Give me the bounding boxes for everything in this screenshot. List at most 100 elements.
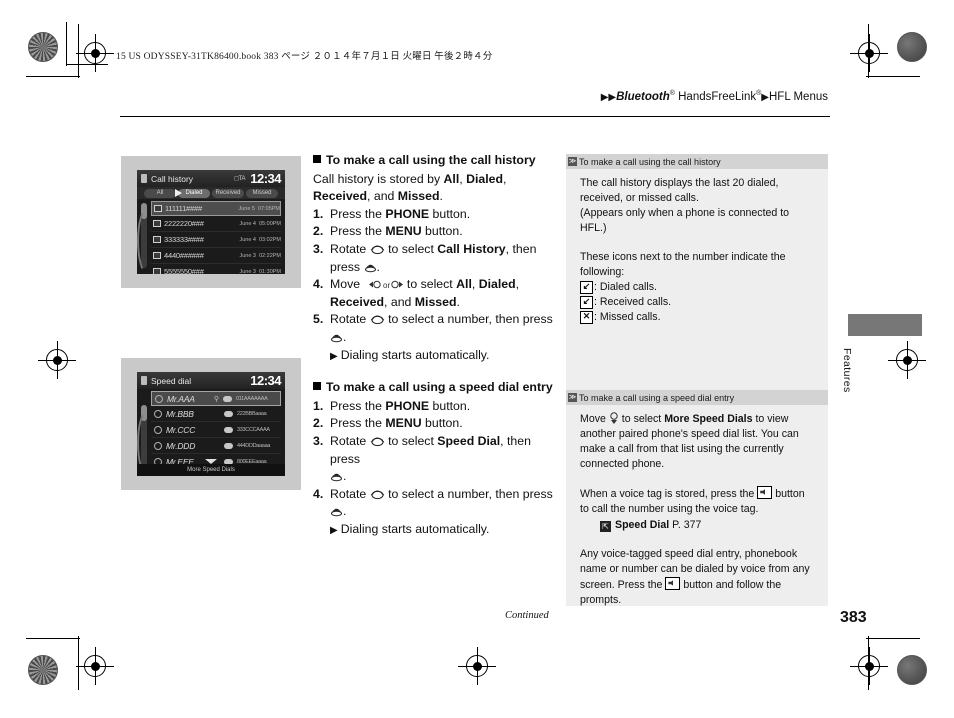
step-bold-phone: PHONE — [385, 398, 430, 413]
tab-missed[interactable]: Missed — [246, 188, 278, 198]
tab-cursor-icon — [175, 189, 182, 197]
phone-type-icon — [224, 442, 233, 449]
clock-display: 12:34 — [250, 171, 281, 186]
list-item[interactable]: Mr.BBB 222BBBaaaa — [151, 406, 281, 422]
step-number: 1. — [313, 206, 324, 221]
speed-dial-name: Mr.BBB — [166, 408, 194, 419]
step-bold-all: All — [456, 277, 472, 292]
dialed-call-icon — [153, 252, 161, 259]
lead-sep: , — [503, 171, 507, 186]
sidebar-paragraph-5: When a voice tag is stored, press the bu… — [580, 486, 816, 517]
step-text: . — [343, 469, 347, 484]
missed-call-icon: ✕ — [580, 311, 593, 324]
step-number: 2. — [313, 224, 324, 239]
call-history-title: Call history — [151, 173, 194, 184]
cross-reference[interactable]: ⇱ Speed Dial P. 377 — [580, 518, 816, 533]
speed-dial-name: Mr.DDD — [166, 440, 196, 451]
list-item[interactable]: Mr.DDD 444DDDaaaaa — [151, 438, 281, 454]
table-row[interactable]: 2222220### June 4 05:00PM — [151, 216, 281, 232]
dialed-call-icon — [154, 205, 162, 212]
call-history-list[interactable]: 111111#### June 5 07:05PM 2222220### Jun… — [151, 201, 281, 274]
received-call-icon: ↙ — [580, 296, 593, 309]
entry-bullet-icon — [155, 394, 163, 403]
header-divider — [120, 116, 830, 117]
step-bold-received: Received — [330, 294, 385, 309]
phone-icon — [141, 174, 147, 183]
step-text: Rotate — [330, 312, 370, 327]
step-text: Rotate — [330, 486, 370, 501]
entry-bullet-icon — [154, 441, 162, 450]
step-text: Move — [330, 277, 364, 292]
voice-tag-icon: ⚲ — [213, 395, 219, 403]
breadcrumb-arrow-icon-2: ▶ — [761, 91, 769, 103]
call-history-screenshot: Call history ◻TA 12:34 All Dialed Receiv… — [121, 156, 301, 288]
call-time: 02:22PM — [258, 252, 281, 259]
call-number: 4440###### — [164, 251, 204, 260]
step-text: Press the — [330, 206, 386, 221]
speed-dial-number: 444DDDaaaaa — [237, 442, 271, 449]
table-row[interactable]: 4440###### June 3 02:22PM — [151, 248, 281, 264]
step-number: 3. — [313, 433, 324, 448]
call-time: 01:30PM — [258, 268, 281, 275]
speed-dial-name: Mr.CCC — [166, 424, 196, 435]
lead-bold-received: Received — [313, 189, 368, 204]
speed-dial-list[interactable]: Mr.AAA ⚲ 011AAAAAAA Mr.BBB 222BBBaaaa Mr… — [151, 391, 281, 476]
breadcrumb-product: HandsFreeLink — [674, 90, 757, 103]
step-text: to select — [384, 241, 438, 256]
crop-target-mid-right — [888, 341, 926, 379]
call-date: June 3 — [239, 268, 256, 275]
cross-reference-page: P. 377 — [672, 519, 702, 531]
lead-sep: , and — [367, 189, 398, 204]
step-text: to select — [403, 277, 457, 292]
reference-book-icon: ⇱ — [600, 521, 611, 532]
list-item[interactable]: Mr.AAA ⚲ 011AAAAAAA — [151, 391, 281, 406]
sidebar-heading-text-1: To make a call using the call history — [579, 156, 721, 167]
list-item[interactable]: Mr.CCC 333CCCAAAA — [151, 422, 281, 438]
section-heading: To make a call using the call history — [313, 152, 553, 170]
bullet-square-icon — [313, 382, 321, 391]
step-bold-speed-dial: Speed Dial — [437, 433, 501, 448]
clock-display: 12:34 — [250, 373, 281, 388]
lead-bold-missed: Missed — [397, 189, 440, 204]
call-number: 111111#### — [165, 204, 202, 213]
step-text: , — [515, 277, 520, 292]
sidebar-text: Move — [580, 413, 609, 425]
table-row[interactable]: 111111#### June 5 07:05PM — [151, 201, 281, 216]
step-1: 1. Press the PHONE button. — [313, 398, 553, 416]
call-number: 333333#### — [164, 235, 204, 244]
lead-bold-all: All — [443, 171, 460, 186]
step-text: button. — [421, 416, 463, 431]
step-text: button. — [421, 224, 463, 239]
dialed-call-icon: ↙ — [580, 281, 593, 294]
icon-legend-label: : Dialed calls. — [594, 281, 657, 293]
more-speed-dials-button[interactable]: More Speed Dials — [137, 464, 285, 476]
phone-type-icon — [224, 426, 233, 433]
voice-tag-button-icon — [665, 577, 681, 590]
step-number: 5. — [313, 312, 324, 327]
rotary-knob-icon — [370, 490, 384, 499]
phone-icon — [141, 376, 147, 385]
step-text: . — [343, 329, 347, 344]
steps-list-speed-dial: 1. Press the PHONE button. 2. Press the ME… — [313, 398, 553, 521]
crop-mark — [26, 638, 80, 639]
sidebar-text: to select — [618, 413, 665, 425]
down-selector-icon — [610, 412, 618, 424]
rotary-knob-icon — [370, 437, 384, 447]
table-row[interactable]: 5555550### June 3 01:30PM — [151, 264, 281, 274]
call-history-tabbar[interactable]: All Dialed Received Missed — [137, 187, 285, 199]
speed-dial-number: 222BBBaaaa — [237, 410, 267, 417]
tab-all[interactable]: All — [144, 188, 176, 198]
tab-received[interactable]: Received — [212, 188, 244, 198]
step-text: . — [456, 294, 460, 309]
step-text: to select — [384, 433, 438, 448]
step-text: . — [376, 259, 380, 274]
result-note-speed-dial: ▶ Dialing starts automatically. — [313, 521, 553, 540]
sidebar-paragraph-2: (Appears only when a phone is connected … — [580, 207, 790, 234]
table-row[interactable]: 333333#### June 4 03:02PM — [151, 232, 281, 248]
speed-dial-name: Mr.AAA — [167, 393, 195, 404]
step-text: Press the — [330, 224, 386, 239]
sidebar-bold-more-speed-dials: More Speed Dials — [664, 413, 753, 425]
tab-dialed[interactable]: Dialed — [178, 188, 210, 198]
call-time: 03:02PM — [258, 236, 281, 243]
crop-mark — [868, 24, 869, 78]
